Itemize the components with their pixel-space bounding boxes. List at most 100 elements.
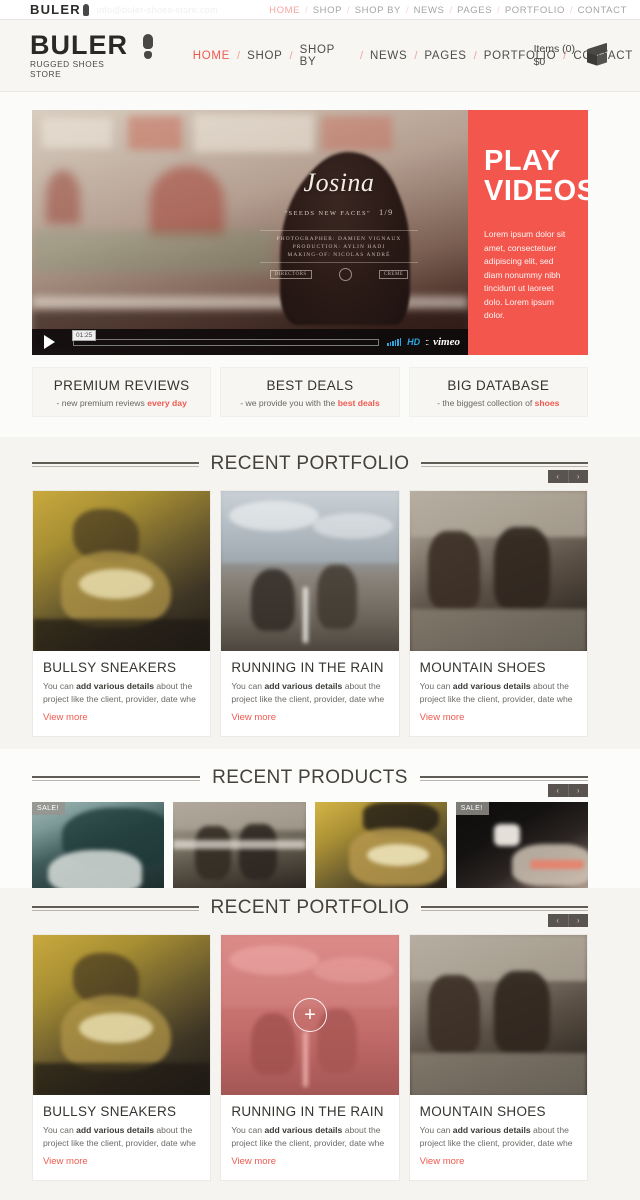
video-slide-fraction: 1/9 (379, 208, 394, 217)
view-more-link[interactable]: View more (231, 712, 276, 723)
sticky-nav-home[interactable]: HOME (264, 5, 305, 16)
portfolio-card[interactable]: RUNNING IN THE RAIN You can add various … (220, 490, 400, 737)
feature-boxes: PREMIUM REVIEWS - new premium reviews ev… (32, 367, 588, 417)
carousel-next-button[interactable]: › (567, 914, 589, 927)
feature-title: BIG DATABASE (447, 378, 550, 393)
view-more-link[interactable]: View more (43, 1156, 88, 1167)
portfolio-card-desc: You can add various details about the pr… (420, 1124, 577, 1149)
desc-bold: add various details (76, 1125, 154, 1135)
hero-video-player[interactable]: Josina "SEEDS NEW FACES" 1/9 PHOTOGRAPHER… (32, 110, 468, 355)
video-credit-line: PRODUCTION: AYLIN HADI (292, 244, 386, 250)
nav-item-home[interactable]: HOME (186, 50, 237, 62)
desc-bold: add various details (264, 681, 343, 691)
video-credit-line: PHOTOGRAPHER: DAMIEN VIGNAUX (276, 236, 402, 242)
site-logo[interactable]: BULER RUGGED SHOES STORE (30, 32, 154, 79)
portfolio-card[interactable]: MOUNTAIN SHOES You can add various detai… (408, 934, 588, 1181)
portfolio-card[interactable]: MOUNTAIN SHOES You can add various detai… (408, 490, 588, 737)
feature-text: - new premium reviews every day (33, 398, 210, 408)
portfolio-card[interactable]: BULLSY SNEAKERS You can add various deta… (32, 934, 212, 1181)
product-item[interactable]: SALE! (32, 802, 165, 890)
divider-left (32, 775, 201, 781)
carousel-prev-button[interactable]: ‹ (548, 914, 568, 927)
feature-text-pre: - new premium reviews (56, 398, 148, 408)
portfolio-thumbnail[interactable] (409, 935, 587, 1095)
section-header-portfolio-bottom: RECENT PORTFOLIO (32, 897, 588, 919)
carousel-arrows-portfolio-bottom: ‹ › (548, 914, 588, 927)
sticky-logo-text: BULER (30, 2, 81, 17)
carousel-prev-button[interactable]: ‹ (548, 470, 568, 483)
video-progress-bar[interactable] (73, 338, 380, 346)
cart-widget[interactable]: Items (0) $0 (534, 42, 610, 69)
brand-logo-directors: DIRECTORS (269, 270, 312, 279)
feature-text-highlight: shoes (534, 398, 560, 408)
sticky-nav-contact[interactable]: CONTACT (573, 5, 632, 16)
sticky-nav-shop-by[interactable]: SHOP BY (350, 5, 406, 16)
feature-text-pre: - the biggest collection of (437, 398, 535, 408)
volume-icon[interactable] (387, 338, 402, 346)
portfolio-cards-bottom: BULLSY SNEAKERS You can add various deta… (32, 934, 588, 1181)
nav-item-news[interactable]: NEWS (363, 50, 414, 62)
hero-promo-title: PLAY VIDEOS (484, 146, 588, 206)
feature-box-best-deals[interactable]: BEST DEALS - we provide you with the bes… (220, 367, 400, 417)
portfolio-card-title: MOUNTAIN SHOES (419, 1104, 546, 1119)
portfolio-thumbnail[interactable] (409, 491, 587, 651)
portfolio-thumbnail[interactable] (221, 491, 399, 651)
play-icon[interactable] (44, 335, 55, 349)
portfolio-thumbnail[interactable] (33, 935, 211, 1095)
product-list: SALE! SALE! (32, 802, 588, 890)
feature-title: PREMIUM REVIEWS (53, 378, 190, 393)
desc-pre: You can (43, 1125, 77, 1135)
feature-box-premium-reviews[interactable]: PREMIUM REVIEWS - new premium reviews ev… (32, 367, 212, 417)
sticky-nav-pages[interactable]: PAGES (452, 5, 497, 16)
carousel-next-button[interactable]: › (567, 470, 589, 483)
feature-box-big-database[interactable]: BIG DATABASE - the biggest collection of… (408, 367, 588, 417)
sticky-nav-shop[interactable]: SHOP (308, 5, 347, 16)
video-overlay-subtitle: "SEEDS NEW FACES" 1/9 (254, 208, 424, 217)
vimeo-logo[interactable]: vimeo (433, 336, 460, 348)
view-more-link[interactable]: View more (231, 1156, 276, 1167)
desc-bold: add various details (76, 681, 154, 691)
logo-tagline: RUGGED SHOES STORE (30, 59, 105, 79)
carousel-next-button[interactable]: › (567, 784, 589, 797)
nav-item-shop-by[interactable]: SHOP BY (293, 44, 360, 68)
product-item[interactable] (314, 802, 447, 890)
portfolio-card[interactable]: BULLSY SNEAKERS You can add various deta… (32, 490, 212, 737)
shoe-print-icon (142, 34, 154, 60)
view-more-link[interactable]: View more (420, 1156, 465, 1167)
carousel-prev-button[interactable]: ‹ (548, 784, 568, 797)
portfolio-card-desc: You can add various details about the pr… (231, 680, 388, 705)
video-credit-line: MAKING-OF: NICOLAS ANDRÉ (287, 252, 391, 258)
desc-bold: add various details (452, 1125, 531, 1135)
sticky-nav-portfolio[interactable]: PORTFOLIO (500, 5, 570, 16)
sticky-logo[interactable]: BULER (30, 2, 89, 17)
more-options-icon[interactable]: :: (425, 337, 429, 347)
nav-item-shop[interactable]: SHOP (240, 50, 289, 62)
portfolio-card[interactable]: + RUNNING IN THE RAIN You can add variou… (220, 934, 400, 1181)
video-timestamp: 01:25 (72, 330, 97, 341)
product-item[interactable]: SALE! (455, 802, 588, 890)
portfolio-hover-overlay[interactable]: + (221, 935, 399, 1095)
product-item[interactable] (173, 802, 306, 890)
hero-promo-title-line2: VIDEOS (484, 175, 588, 207)
carousel-arrows-portfolio-top: ‹ › (548, 470, 588, 483)
sticky-nav: HOME / SHOP / SHOP BY / NEWS / PAGES / PORTFO… (264, 0, 632, 20)
portfolio-card-title: BULLSY SNEAKERS (43, 1104, 177, 1119)
feature-text-highlight: every day (147, 398, 187, 408)
video-controls-bar[interactable]: 01:25 HD :: vimeo (32, 329, 468, 355)
box-icon (584, 42, 610, 68)
nav-item-pages[interactable]: PAGES (417, 50, 473, 62)
feature-text-pre: - we provide you with the (240, 398, 338, 408)
portfolio-thumbnail[interactable]: + (221, 935, 399, 1095)
sticky-nav-news[interactable]: NEWS (409, 5, 450, 16)
shoe-print-icon (82, 4, 89, 16)
portfolio-card-title: RUNNING IN THE RAIN (231, 660, 384, 675)
feature-text: - we provide you with the best deals (221, 398, 398, 408)
section-title: RECENT PRODUCTS (212, 767, 408, 788)
view-more-link[interactable]: View more (420, 712, 465, 723)
view-more-link[interactable]: View more (43, 712, 88, 723)
divider-left (32, 461, 199, 467)
plus-icon[interactable]: + (292, 998, 327, 1032)
divider-right (421, 461, 588, 467)
hd-badge[interactable]: HD (407, 337, 420, 347)
portfolio-thumbnail[interactable] (33, 491, 211, 651)
